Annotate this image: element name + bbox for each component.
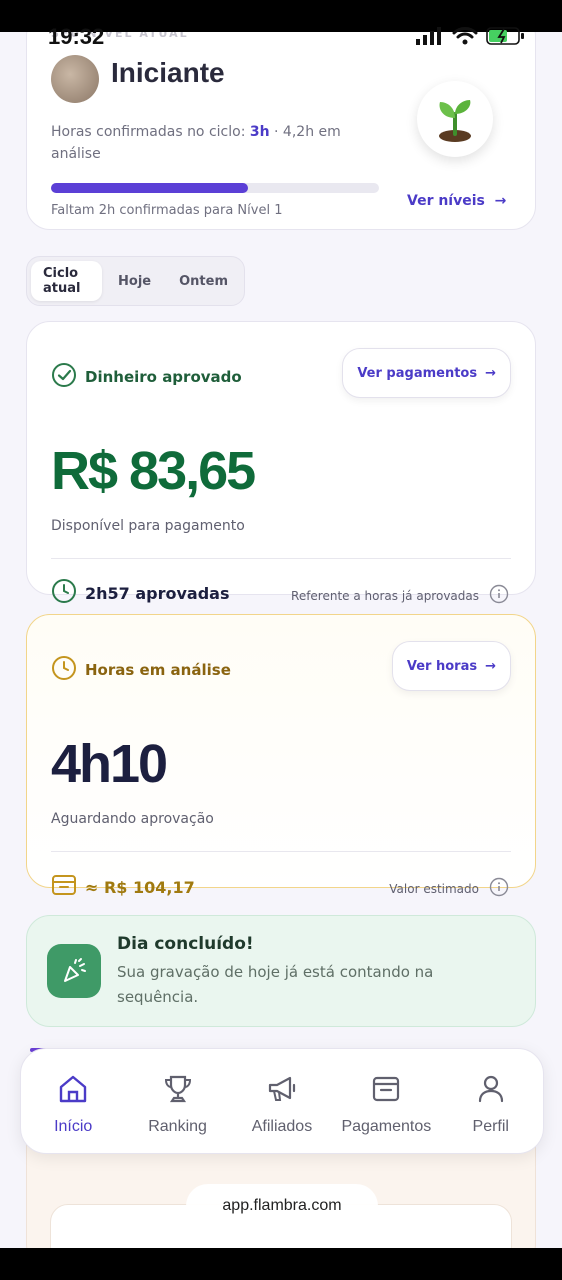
approved-hours-label: 2h57 aprovadas xyxy=(85,583,230,603)
approved-money-title: Dinheiro aprovado xyxy=(85,368,242,386)
day-completed-banner: Dia concluído! Sua gravação de hoje já e… xyxy=(26,915,536,1027)
ver-horas-label: Ver horas xyxy=(406,658,478,674)
wallet-icon xyxy=(51,873,77,901)
nav-perfil-label: Perfil xyxy=(472,1118,509,1135)
hours-review-sub: Aguardando aprovação xyxy=(51,811,214,827)
tab-ciclo-atual[interactable]: Ciclo atual xyxy=(31,261,103,301)
party-popper-icon xyxy=(47,944,101,998)
ver-niveis-label: Ver níveis xyxy=(407,193,485,209)
battery-icon xyxy=(486,26,526,50)
level-progress-bar xyxy=(51,183,379,193)
day-completed-text: Sua gravação de hoje já está contando na… xyxy=(117,963,434,1006)
approved-note-text: Referente a horas já aprovadas xyxy=(291,588,479,603)
info-icon[interactable] xyxy=(489,877,509,900)
estimate-note-text: Valor estimado xyxy=(389,881,479,896)
wifi-icon xyxy=(452,26,478,50)
hours-review-header: Horas em análise xyxy=(51,655,231,685)
approved-money-header: Dinheiro aprovado xyxy=(51,362,242,392)
clock-icon xyxy=(51,578,77,608)
nav-ranking[interactable]: Ranking xyxy=(128,1072,228,1136)
nav-afiliados[interactable]: Afiliados xyxy=(232,1072,332,1136)
status-icons xyxy=(416,26,526,50)
bottom-nav: Início Ranking Afiliados Pagamentos Perf… xyxy=(20,1048,544,1154)
hours-review-value: 4h10 xyxy=(51,734,168,794)
signal-icon xyxy=(416,27,444,49)
ver-pagamentos-label: Ver pagamentos xyxy=(357,365,478,381)
hours-prefix: Horas confirmadas no ciclo: xyxy=(51,124,250,140)
tab-hoje[interactable]: Hoje xyxy=(106,261,163,301)
url-bar[interactable]: app.flambra.com xyxy=(186,1184,378,1228)
approved-money-sub: Disponível para pagamento xyxy=(51,518,245,534)
hours-confirmed-value: 3h xyxy=(249,124,270,140)
level-progress-fill xyxy=(51,183,248,193)
check-circle-icon xyxy=(51,362,77,392)
nav-inicio[interactable]: Início xyxy=(23,1072,123,1136)
approved-money-card: Dinheiro aprovado Ver pagamentos → R$ 83… xyxy=(26,321,536,604)
approved-hours: 2h57 aprovadas xyxy=(51,578,230,608)
ver-horas-button[interactable]: Ver horas → xyxy=(391,641,511,691)
status-time: 19:32 xyxy=(48,24,105,49)
nav-ranking-label: Ranking xyxy=(148,1118,207,1135)
hours-in-review-card: Horas em análise Ver horas → 4h10 Aguard… xyxy=(26,614,536,897)
hours-estimate-value: ≈ R$ 104,17 xyxy=(85,877,195,897)
level-title: Iniciante xyxy=(111,57,225,88)
user-icon xyxy=(474,1072,508,1110)
trophy-icon xyxy=(161,1072,195,1110)
day-completed-title: Dia concluído! xyxy=(117,934,254,954)
nav-perfil[interactable]: Perfil xyxy=(441,1072,541,1136)
period-tabs: Ciclo atual Hoje Ontem xyxy=(26,256,245,306)
arrow-right-icon: → xyxy=(489,193,507,209)
hours-review-title: Horas em análise xyxy=(85,661,231,679)
avatar[interactable] xyxy=(51,55,99,103)
nav-afiliados-label: Afiliados xyxy=(251,1118,313,1135)
arrow-right-icon: → xyxy=(485,365,496,381)
wallet-icon xyxy=(369,1072,403,1110)
home-icon xyxy=(56,1072,90,1110)
plant-icon xyxy=(417,81,493,157)
nav-pagamentos[interactable]: Pagamentos xyxy=(336,1072,436,1136)
clock-icon xyxy=(51,655,77,685)
level-hours-text: Horas confirmadas no ciclo: 3h · 4,2h em… xyxy=(51,121,371,165)
faltam-text: Faltam 2h confirmadas para Nível 1 xyxy=(51,203,283,218)
ver-pagamentos-button[interactable]: Ver pagamentos → xyxy=(342,348,511,398)
divider xyxy=(51,851,511,852)
arrow-right-icon: → xyxy=(485,658,496,674)
bottom-bezel xyxy=(0,1248,562,1280)
hours-estimate: ≈ R$ 104,17 xyxy=(51,873,195,901)
approved-money-value: R$ 83,65 xyxy=(51,441,256,501)
level-card: SEU NÍVEL ATUAL Iniciante Horas confirma… xyxy=(26,32,536,230)
approved-note: Referente a horas já aprovadas xyxy=(291,584,509,607)
divider xyxy=(51,558,511,559)
nav-inicio-label: Início xyxy=(54,1118,93,1135)
info-icon[interactable] xyxy=(489,584,509,607)
ver-niveis-link[interactable]: Ver níveis → xyxy=(407,193,506,209)
estimate-note: Valor estimado xyxy=(389,877,509,900)
megaphone-icon xyxy=(265,1072,299,1110)
nav-pagamentos-label: Pagamentos xyxy=(341,1118,432,1135)
tab-ontem[interactable]: Ontem xyxy=(167,261,240,301)
app-screen: SEU NÍVEL ATUAL Iniciante Horas confirma… xyxy=(0,32,562,1248)
